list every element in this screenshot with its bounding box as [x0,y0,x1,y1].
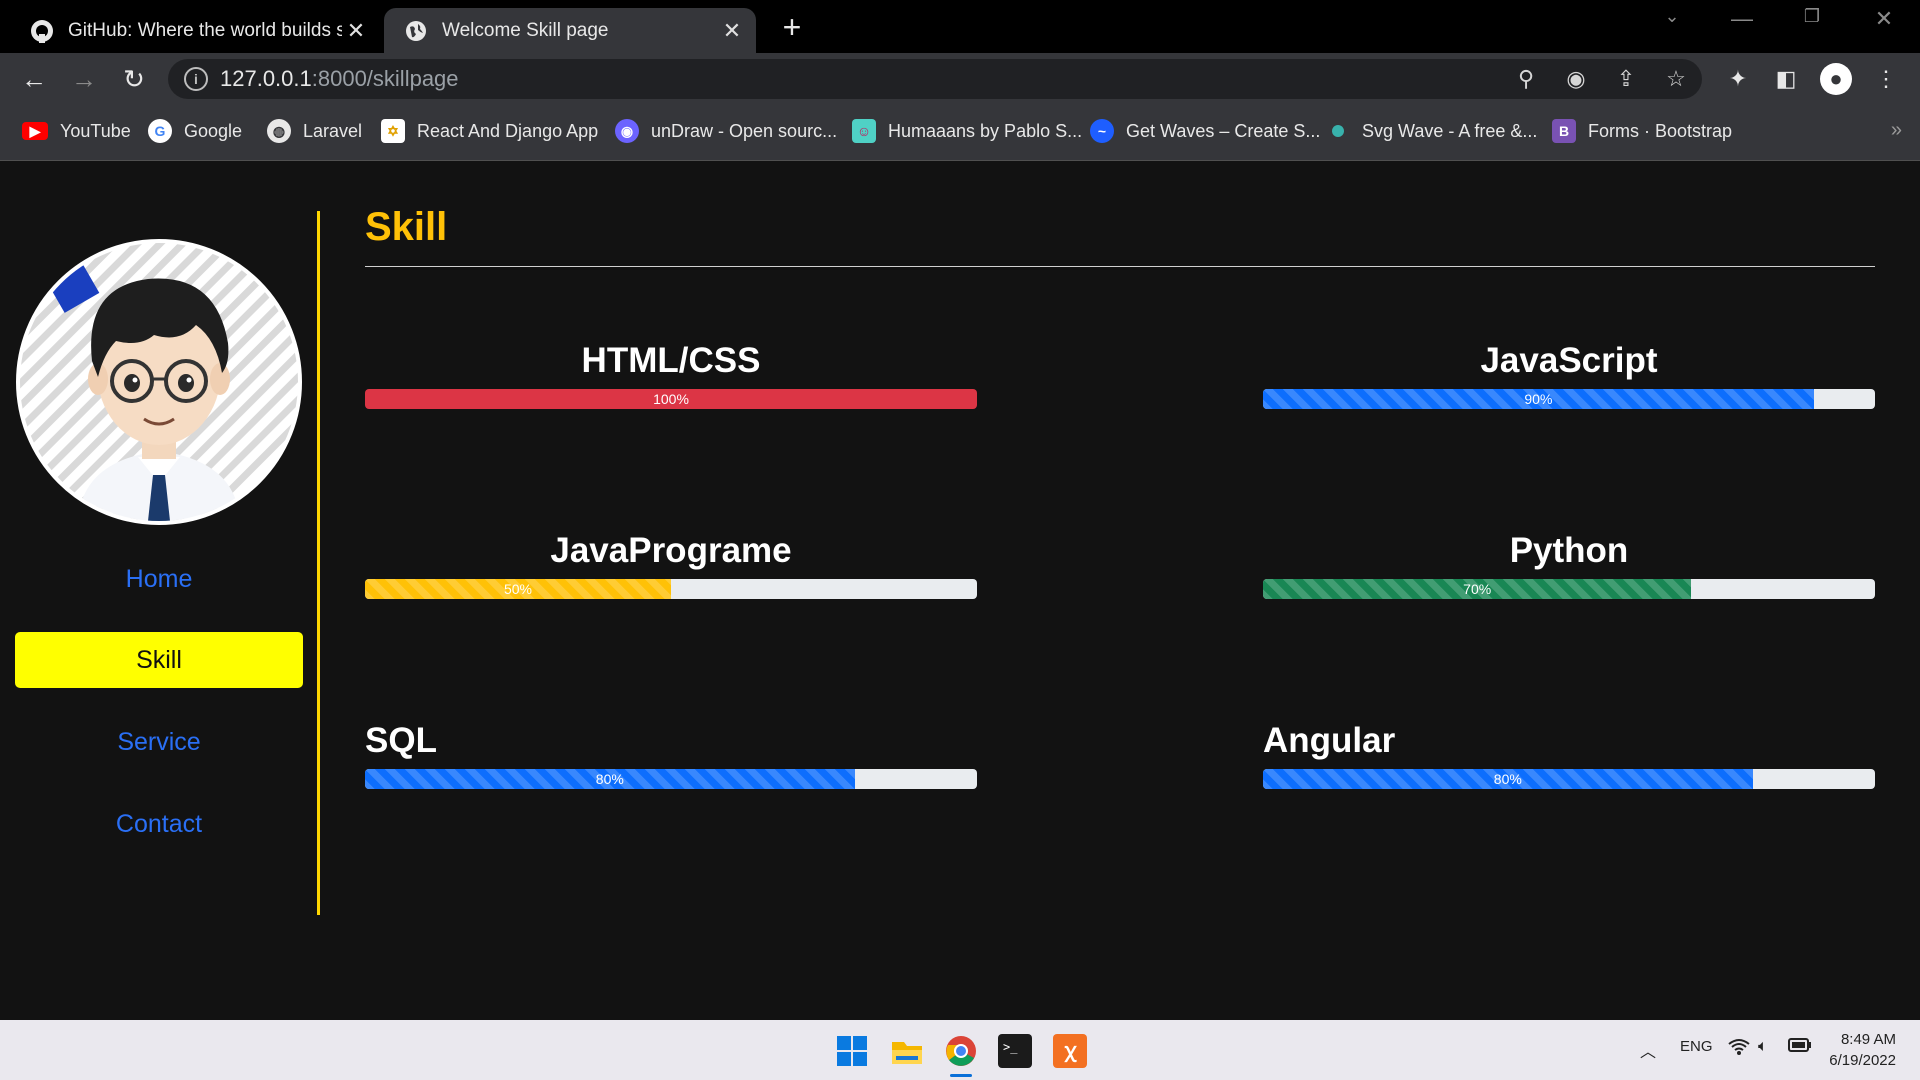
tab-title: GitHub: Where the world builds soft [68,19,342,41]
skill-javaprograme: JavaPrograme 50% [365,531,977,599]
bookmark-get-waves[interactable]: ~ Get Waves – Create S... [1090,117,1320,145]
tab-skill-page[interactable]: Welcome Skill page ✕ [384,8,756,53]
share-icon[interactable]: ⇪ [1610,63,1642,95]
progress-bar: 70% [1263,579,1875,599]
tab-github[interactable]: GitHub: Where the world builds soft ✕ [14,8,380,53]
close-window-icon[interactable]: ✕ [1862,6,1906,32]
progress-fill: 80% [1263,769,1753,789]
skill-html-css: HTML/CSS 100% [365,341,977,409]
progress-bar: 80% [365,769,977,789]
page-title: Skill [365,205,1875,267]
skill-angular: Angular 80% [1263,721,1875,789]
skill-sql: SQL 80% [365,721,977,789]
file-explorer-icon[interactable] [890,1034,924,1068]
undraw-icon: ◉ [615,119,639,143]
avatar-illustration [20,243,298,521]
waves-icon: ~ [1090,119,1114,143]
close-tab-icon[interactable]: ✕ [718,18,746,44]
tab-title: Welcome Skill page [442,19,609,41]
taskbar: >_ ꭓ ︿ ENG 🔈︎ 8:49 AM 6/19/2022 [0,1020,1920,1080]
skill-javascript: JavaScript 90% [1263,341,1875,409]
skill-name: SQL [365,721,437,760]
volume-icon[interactable]: 🔈︎ [1758,1038,1768,1056]
minimize-icon[interactable]: — [1720,6,1764,32]
progress-fill: 90% [1263,389,1814,409]
progress-bar: 100% [365,389,977,409]
xampp-icon[interactable]: ꭓ [1053,1034,1087,1068]
language-indicator[interactable]: ENG [1680,1038,1713,1055]
tab-strip: GitHub: Where the world builds soft ✕ We… [0,0,1920,53]
globe-icon [406,20,426,41]
battery-icon[interactable] [1788,1038,1812,1057]
nav-contact[interactable]: Contact [15,796,303,852]
terminal-icon[interactable]: >_ [998,1034,1032,1068]
progress-bar: 80% [1263,769,1875,789]
active-app-indicator [950,1074,972,1077]
extensions-icon[interactable]: ✦ [1722,65,1754,97]
bookmark-react-django[interactable]: ✡ React And Django App [381,117,598,145]
web-page: Home Skill Service Contact Skill HTML/CS… [0,161,1920,1020]
forward-button[interactable]: → [66,61,102,97]
progress-fill: 70% [1263,579,1692,599]
close-tab-icon[interactable]: ✕ [342,18,370,44]
svgwave-icon [1326,119,1350,143]
system-clock[interactable]: 8:49 AM 6/19/2022 [1829,1029,1896,1071]
menu-icon[interactable]: ⋮ [1870,65,1902,97]
bookmark-laravel[interactable]: ◍ Laravel [267,117,362,145]
bookmark-youtube[interactable]: ▶ YouTube [22,117,131,145]
skill-name: Angular [1263,721,1396,760]
nav-service[interactable]: Service [15,714,303,770]
eye-icon[interactable]: ◉ [1560,63,1592,95]
nav-home[interactable]: Home [15,551,303,607]
progress-fill: 80% [365,769,855,789]
progress-bar: 50% [365,579,977,599]
progress-fill: 100% [365,389,977,409]
bookmark-star-icon[interactable]: ☆ [1660,63,1692,95]
side-panel-icon[interactable]: ◧ [1770,65,1802,97]
progress-bar: 90% [1263,389,1875,409]
skill-python: Python 70% [1263,531,1875,599]
bookmark-bootstrap[interactable]: B Forms · Bootstrap [1552,117,1732,145]
back-button[interactable]: ← [16,61,52,97]
restore-icon[interactable]: ❐ [1790,6,1834,27]
google-icon: G [148,119,172,143]
reload-button[interactable]: ↻ [116,61,152,97]
clock-time: 8:49 AM [1840,1031,1896,1048]
github-icon [31,19,53,43]
site-info-icon[interactable]: i [184,67,208,91]
nav-skill[interactable]: Skill [15,632,303,688]
address-bar[interactable]: i 127.0.0.1:8000/skillpage ⚲ ◉ ⇪ ☆ [168,59,1702,99]
bookmark-google[interactable]: G Google [148,117,242,145]
skill-name: Python [1509,531,1629,570]
new-tab-button[interactable]: + [774,8,810,46]
browser-toolbar: ← → ↻ i 127.0.0.1:8000/skillpage ⚲ ◉ ⇪ ☆… [0,53,1920,105]
bookmark-svg-wave[interactable]: Svg Wave - A free &... [1326,117,1537,145]
tab-search-icon[interactable]: ⌄ [1650,6,1694,27]
react-django-icon: ✡ [381,119,405,143]
skill-name: JavaScript [1480,341,1658,380]
skill-name: JavaPrograme [550,531,792,570]
globe-icon: ◍ [267,119,291,143]
profile-icon[interactable]: ● [1820,63,1852,95]
zoom-icon[interactable]: ⚲ [1510,63,1542,95]
main-content: Skill HTML/CSS 100% JavaScript 90% JavaP… [365,205,1875,789]
avatar [16,239,302,525]
bookmarks-bar: ▶ YouTube G Google ◍ Laravel ✡ React And… [0,105,1920,161]
url-text[interactable]: 127.0.0.1:8000/skillpage [220,66,459,92]
sidebar: Home Skill Service Contact [0,211,320,915]
chrome-icon[interactable] [944,1034,978,1068]
windows-start-icon[interactable] [835,1034,869,1068]
skill-name: HTML/CSS [581,341,761,380]
bootstrap-icon: B [1552,119,1576,143]
humaaans-icon: ☺ [852,119,876,143]
wifi-icon[interactable] [1728,1038,1750,1061]
progress-fill: 50% [365,579,671,599]
youtube-icon: ▶ [22,122,48,140]
tray-chevron-icon[interactable]: ︿ [1640,1038,1656,1062]
clock-date: 6/19/2022 [1829,1052,1896,1069]
bookmark-humaaans[interactable]: ☺ Humaaans by Pablo S... [852,117,1082,145]
bookmark-undraw[interactable]: ◉ unDraw - Open sourc... [615,117,837,145]
more-bookmarks-icon[interactable]: » [1891,119,1902,142]
